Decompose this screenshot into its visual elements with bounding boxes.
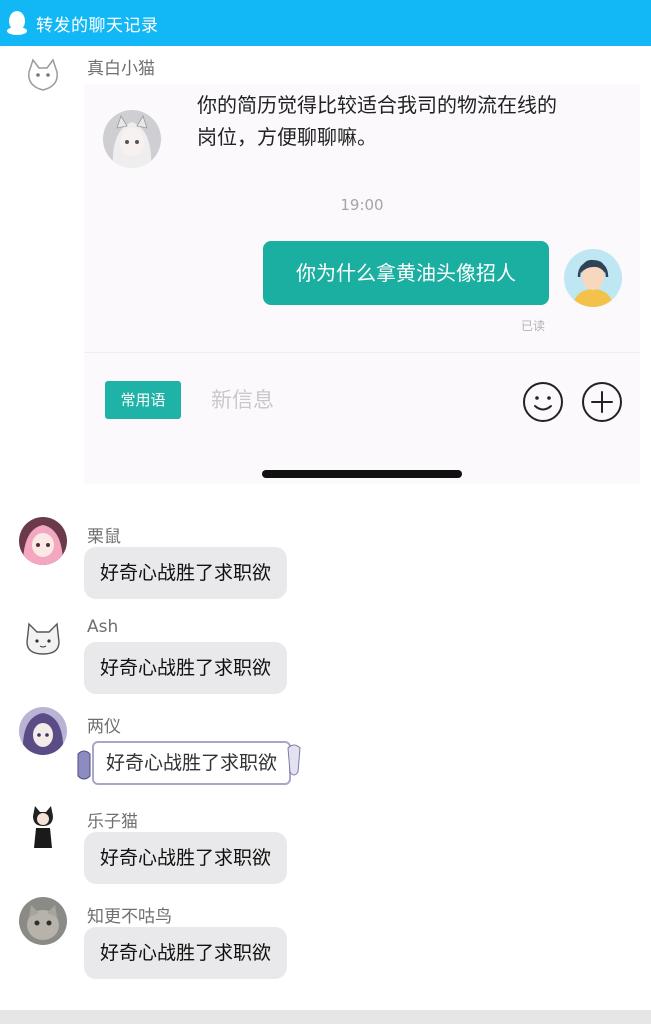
message-input[interactable] <box>211 382 491 418</box>
message-bubble: 好奇心战胜了求职欲 <box>84 832 288 884</box>
title-bar: 转发的聊天记录 <box>0 0 651 46</box>
message-bubble: 好奇心战胜了求职欲 <box>92 741 292 785</box>
smiley-icon[interactable] <box>522 381 564 423</box>
avatar[interactable] <box>19 612 67 660</box>
avatar[interactable] <box>19 802 67 850</box>
pink-hair-girl-avatar-icon <box>19 517 67 565</box>
window-title: 转发的聊天记录 <box>36 15 159 36</box>
self-avatar <box>564 249 622 307</box>
avatar[interactable] <box>19 52 67 100</box>
message-bubble: 好奇心战胜了求职欲 <box>84 642 288 694</box>
bubble-ornament-icon <box>77 750 91 780</box>
message-bubble: 好奇心战胜了求职欲 <box>84 547 288 599</box>
cat-sketch-avatar-icon <box>19 52 67 100</box>
home-indicator <box>262 470 462 478</box>
cat-ear-girl-avatar-icon <box>19 802 67 850</box>
recruiter-avatar <box>103 110 161 168</box>
purple-hair-girl-avatar-icon <box>19 707 67 755</box>
avatar[interactable] <box>19 517 67 565</box>
horizontal-scrollbar[interactable] <box>0 1010 651 1024</box>
sender-name: Ash <box>87 617 119 637</box>
plus-icon[interactable] <box>581 381 623 423</box>
divider <box>84 352 640 353</box>
cat-photo-avatar-icon <box>19 897 67 945</box>
message-time: 19:00 <box>340 196 384 214</box>
sender-name: 栗鼠 <box>87 527 121 547</box>
qq-penguin-icon <box>7 11 27 35</box>
sender-name: 两仪 <box>87 717 121 737</box>
cartoon-man-avatar-icon <box>564 249 622 307</box>
sender-name: 知更不咕鸟 <box>87 907 172 927</box>
avatar[interactable] <box>19 897 67 945</box>
sender-name: 真白小猫 <box>87 59 155 79</box>
incoming-message: 你的简历觉得比较适合我司的物流在线的岗位，方便聊聊嘛。 <box>197 93 557 149</box>
sender-name: 乐子猫 <box>87 812 138 832</box>
common-phrases-button[interactable]: 常用语 <box>105 381 181 419</box>
avatar[interactable] <box>19 707 67 755</box>
outgoing-message: 你为什么拿黄油头像招人 <box>263 241 549 305</box>
read-status: 已读 <box>521 319 546 333</box>
bubble-ornament-icon <box>287 744 301 776</box>
message-bubble: 好奇心战胜了求职欲 <box>84 927 288 979</box>
anime-girl-avatar-icon <box>103 110 161 168</box>
cat-doodle-avatar-icon <box>19 612 67 660</box>
forwarded-screenshot: 你的简历觉得比较适合我司的物流在线的岗位，方便聊聊嘛。 19:00 你为什么拿黄… <box>84 84 640 484</box>
